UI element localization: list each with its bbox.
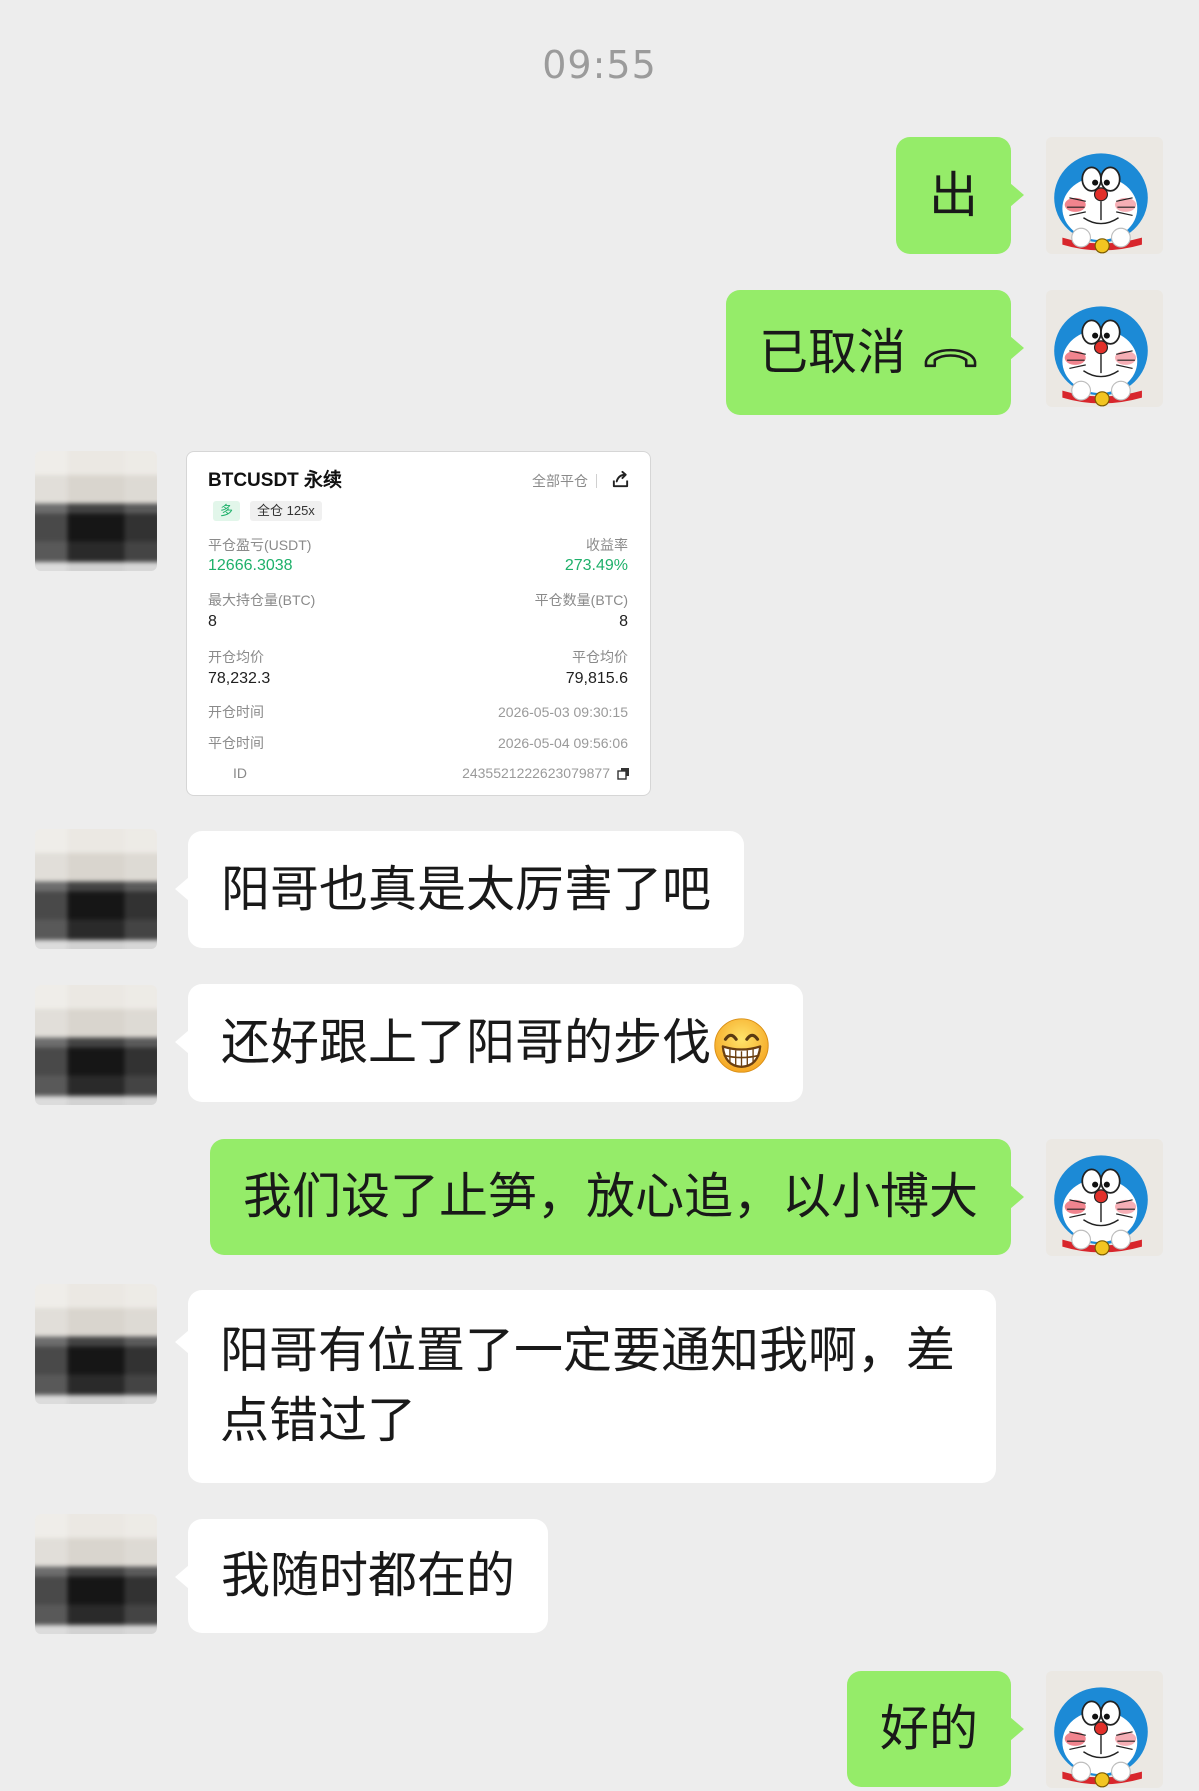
card-title: BTCUSDT 永续	[208, 470, 343, 491]
copy-icon[interactable]	[617, 767, 630, 780]
close-price-value: 79,815.6	[565, 670, 628, 687]
open-time-value: 2026-05-03 09:30:15	[498, 704, 628, 720]
doraemon-avatar-icon	[1046, 1671, 1163, 1788]
order-id-value: 2435521222623079877	[462, 765, 610, 781]
blurred-avatar-icon	[35, 1514, 157, 1634]
grinning-face-with-smiling-eyes-icon	[714, 1018, 769, 1073]
order-id-label: ID	[233, 765, 247, 781]
open-price-value: 78,232.3	[208, 670, 271, 687]
close-qty-label: 平仓数量(BTC)	[534, 592, 628, 608]
my-avatar[interactable]	[1046, 1671, 1163, 1788]
message-text: 阳哥有位置了一定要通知我啊，差点错过了	[220, 1322, 956, 1449]
trade-screenshot-card[interactable]: BTCUSDT 永续 全部平仓 多 全仓 125x 平仓盈亏(USDT) 126…	[186, 451, 651, 796]
message-text: 好的	[879, 1700, 978, 1757]
message-text: 我们设了止笋，放心追，以小博大	[242, 1168, 978, 1225]
max-position-value: 8	[208, 613, 217, 630]
pnl-label: 平仓盈亏(USDT)	[208, 537, 312, 553]
message-bubble-received[interactable]: 还好跟上了阳哥的步伐	[174, 984, 804, 1102]
doraemon-avatar-icon	[1046, 137, 1163, 254]
phone-hangup-icon	[924, 348, 977, 367]
message-bubble-received[interactable]: 阳哥也真是太厉害了吧	[174, 831, 745, 948]
my-avatar[interactable]	[1046, 137, 1163, 254]
contact-avatar[interactable]	[35, 1514, 157, 1634]
blurred-avatar-icon	[35, 451, 157, 571]
blurred-avatar-icon	[35, 829, 157, 949]
call-cancelled-bubble[interactable]: 已取消	[725, 290, 1025, 415]
close-time-label: 平仓时间	[208, 735, 264, 751]
contact-avatar[interactable]	[35, 451, 157, 571]
contact-avatar[interactable]	[35, 1284, 157, 1404]
contact-avatar[interactable]	[35, 985, 157, 1105]
close-time-value: 2026-05-04 09:56:06	[498, 735, 628, 751]
open-price-label: 开仓均价	[208, 649, 264, 665]
message-text: 出	[928, 167, 978, 224]
message-bubble-sent[interactable]: 我们设了止笋，放心追，以小博大	[209, 1139, 1025, 1255]
max-position-label: 最大持仓量(BTC)	[208, 592, 316, 608]
divider	[596, 474, 597, 488]
blurred-avatar-icon	[35, 1284, 157, 1404]
close-price-label: 平仓均价	[572, 649, 628, 665]
my-avatar[interactable]	[1046, 1139, 1163, 1256]
roi-value: 273.49%	[564, 557, 628, 574]
direction-tag: 多	[213, 501, 241, 521]
timestamp: 09:55	[542, 43, 657, 87]
message-text: 我随时都在的	[221, 1547, 516, 1604]
close-qty-value: 8	[619, 613, 628, 630]
my-avatar[interactable]	[1046, 290, 1163, 407]
close-all-label: 全部平仓	[532, 473, 588, 489]
pnl-value: 12666.3038	[208, 557, 293, 574]
message-bubble-received[interactable]: 阳哥有位置了一定要通知我啊，差点错过了	[175, 1290, 996, 1483]
doraemon-avatar-icon	[1046, 290, 1163, 407]
chat-message-list[interactable]: 09:55 出 已取消 BTCUSDT 永续 全部平仓 多 全仓 125x 平仓…	[0, 0, 1199, 1791]
margin-mode-tag: 全仓 125x	[250, 501, 322, 521]
contact-avatar[interactable]	[35, 829, 157, 949]
open-time-label: 开仓时间	[208, 704, 264, 720]
blurred-avatar-icon	[35, 985, 157, 1105]
message-bubble-received[interactable]: 我随时都在的	[174, 1519, 549, 1633]
message-text: 已取消	[758, 324, 906, 381]
message-bubble-sent[interactable]: 好的	[846, 1671, 1025, 1787]
share-icon	[612, 470, 629, 488]
roi-label: 收益率	[586, 537, 628, 553]
message-text: 阳哥也真是太厉害了吧	[221, 861, 712, 918]
message-text: 还好跟上了阳哥的步伐	[221, 1014, 712, 1071]
doraemon-avatar-icon	[1046, 1139, 1163, 1256]
message-bubble-sent[interactable]: 出	[895, 137, 1025, 254]
